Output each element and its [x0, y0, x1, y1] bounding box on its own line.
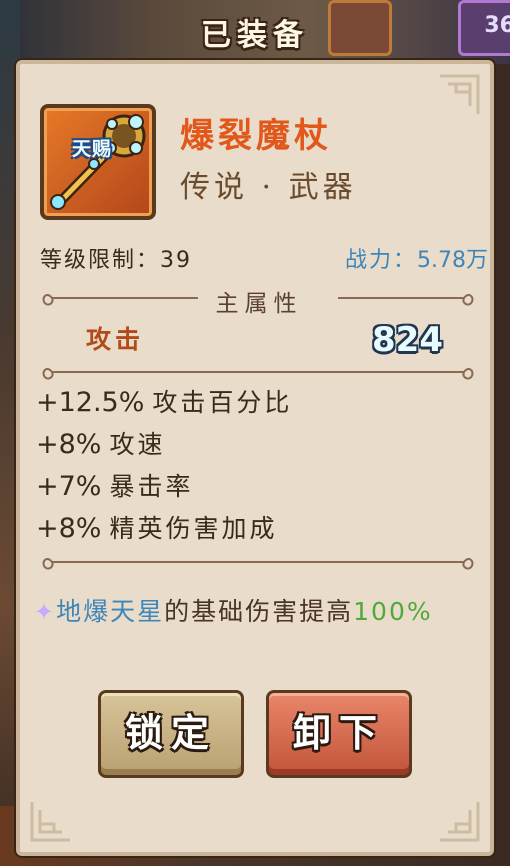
main-attribute-title: 主属性: [215, 291, 303, 317]
sub-stats-list: +12.5% 攻击百分比 +8% 攻速 +7% 暴击率 +8% 精英伤害加成: [36, 382, 292, 550]
skill-bonus-text: ✦地爆天星的基础伤害提高100%: [34, 590, 484, 634]
sub-stat-name: 暴击率: [109, 472, 194, 501]
sub-stat-name: 攻速: [109, 430, 166, 459]
sub-stat-row: +8% 攻速: [36, 424, 292, 466]
sub-stat-row: +7% 暴击率: [36, 466, 292, 508]
level-label: 等级限制：: [40, 248, 161, 273]
equipment-detail-panel: 天赐 爆裂魔杖 传说 · 武器 等级限制：39 战力：5.78万 主属性 攻击 …: [16, 60, 494, 856]
power-label: 战力：: [344, 248, 417, 273]
skill-value: 100%: [353, 597, 433, 626]
sub-stat-row: +12.5% 攻击百分比: [36, 382, 292, 424]
corner-ornament: [438, 800, 482, 844]
main-stat-value: 824: [372, 320, 443, 360]
main-stat-name: 攻击: [86, 325, 145, 354]
section-divider: [38, 552, 478, 572]
sub-stat-value: +8%: [36, 513, 102, 544]
corner-ornament: [28, 800, 72, 844]
section-divider: [38, 362, 478, 382]
item-name: 爆裂魔杖: [180, 116, 332, 156]
sub-stat-value: +12.5%: [36, 387, 145, 418]
item-badge: 天赐: [72, 138, 113, 160]
level-value: 39: [160, 248, 193, 273]
power-value: 5.78万: [417, 248, 488, 273]
sub-stat-name: 精英伤害加成: [109, 514, 278, 543]
skill-description: 的基础伤害提高: [164, 597, 354, 626]
sub-stat-row: +8% 精英伤害加成: [36, 508, 292, 550]
page-title: 已装备: [201, 18, 309, 53]
corner-ornament: [438, 72, 482, 116]
combat-power: 战力：5.78万: [345, 242, 488, 274]
item-type: 传说 · 武器: [180, 170, 357, 205]
sub-stat-name: 攻击百分比: [152, 388, 293, 417]
unequip-button[interactable]: 卸下: [266, 690, 412, 778]
level-requirement: 等级限制：39: [40, 242, 192, 274]
lock-button[interactable]: 锁定: [98, 690, 244, 778]
sparkle-icon: ✦: [34, 598, 57, 626]
skill-name: 地爆天星: [56, 597, 165, 626]
sub-stat-value: +8%: [36, 429, 102, 460]
sub-stat-value: +7%: [36, 471, 102, 502]
magic-staff-icon[interactable]: 天赐: [40, 104, 156, 220]
